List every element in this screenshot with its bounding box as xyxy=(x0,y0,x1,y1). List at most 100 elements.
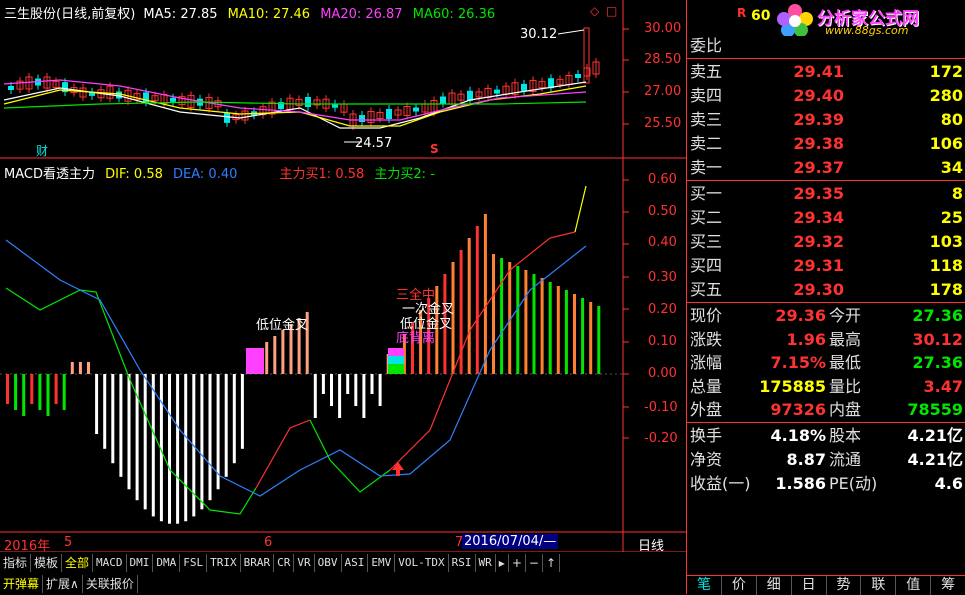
tab-minus[interactable]: − xyxy=(526,554,543,572)
finance-marker[interactable]: 财 xyxy=(36,142,48,159)
quote-tab[interactable]: 势 xyxy=(827,576,862,595)
tab-trix[interactable]: TRIX xyxy=(207,554,241,572)
quote-tab[interactable]: 筹 xyxy=(931,576,965,595)
macd-axis-label: 0.60 xyxy=(648,172,677,187)
ma60-label: MA60: 26.36 xyxy=(412,7,496,22)
indicator-title: MACD看透主力 xyxy=(4,167,95,182)
macd-bar xyxy=(143,374,147,510)
stat-value: 4.21亿 xyxy=(907,426,963,445)
ask-volume: 172 xyxy=(929,62,963,81)
macd-bar xyxy=(95,374,99,434)
bid-label: 买五 xyxy=(690,280,723,299)
macd-bar xyxy=(30,374,34,404)
stat-label: 今开 xyxy=(829,306,862,325)
extension-tab-bar: 开弹幕 扩展∧ 关联报价 xyxy=(0,575,138,593)
tab-voltdx[interactable]: VOL-TDX xyxy=(395,554,449,572)
bid-row[interactable]: 买二 29.34 25 xyxy=(687,207,965,229)
tab-brar[interactable]: BRAR xyxy=(241,554,275,572)
candle-body xyxy=(359,115,365,122)
signal-block xyxy=(388,348,404,356)
separator xyxy=(687,180,965,181)
separator xyxy=(687,58,965,59)
macd-axis-label: -0.20 xyxy=(644,431,678,446)
tab-plus[interactable]: + xyxy=(509,554,526,572)
window-toggle-icon[interactable]: □ xyxy=(606,4,617,18)
tab-up[interactable]: ↑ xyxy=(543,554,560,572)
macd-bar xyxy=(475,226,479,374)
bid-row[interactable]: 买一 29.35 8 xyxy=(687,183,965,205)
stat-value: 1.96 xyxy=(786,329,826,349)
flower-logo-icon xyxy=(777,4,813,36)
price-axis-label: 28.50 xyxy=(644,52,682,67)
tab-vr[interactable]: VR xyxy=(294,554,315,572)
ma20-line xyxy=(3,79,587,121)
candle-body xyxy=(170,97,176,102)
quote-tab[interactable]: 联 xyxy=(861,576,897,595)
quote-tab[interactable]: 日 xyxy=(792,576,827,595)
diamond-icon[interactable]: ◇ xyxy=(590,4,599,18)
bid-label: 买四 xyxy=(690,256,723,275)
tab-indicator[interactable]: 指标 xyxy=(0,554,32,572)
bid-volume: 118 xyxy=(929,256,963,275)
stat-label: 现价 xyxy=(690,306,723,325)
macd-axis-label: 0.00 xyxy=(648,366,677,381)
stat-label: 净资 xyxy=(690,450,723,469)
stat-label: PE(动) xyxy=(829,474,878,493)
stat-label: 收益(一) xyxy=(690,474,751,493)
ask-row[interactable]: 卖四 29.40 280 xyxy=(687,85,965,107)
bid-volume: 178 xyxy=(929,280,963,299)
stat-row: 现价 29.36 今开 27.36 xyxy=(687,305,965,327)
tab-fsl[interactable]: FSL xyxy=(180,554,208,572)
macd-bar xyxy=(589,302,593,374)
bottom-divergence-label: 底背离 xyxy=(396,331,436,346)
quote-tab[interactable]: 值 xyxy=(896,576,932,595)
macd-bar xyxy=(200,374,204,510)
tab-macd[interactable]: MACD xyxy=(93,554,127,572)
bid-row[interactable]: 买四 29.31 118 xyxy=(687,255,965,277)
ask-price: 29.41 xyxy=(793,62,844,81)
tab-asi[interactable]: ASI xyxy=(342,554,369,572)
tab-emv[interactable]: EMV xyxy=(368,554,396,572)
bid-row[interactable]: 买五 29.30 178 xyxy=(687,279,965,301)
tab-cr[interactable]: CR xyxy=(274,554,295,572)
macd-bar xyxy=(151,374,155,517)
period-label[interactable]: 日线 xyxy=(638,535,664,554)
ask-volume: 106 xyxy=(929,134,963,153)
macd-bar xyxy=(354,374,358,406)
tab-related[interactable]: 关联报价 xyxy=(83,575,138,593)
quote-tab[interactable]: 细 xyxy=(757,576,792,595)
signal-block xyxy=(388,356,404,364)
quote-tab[interactable]: 价 xyxy=(722,576,757,595)
macd-bar xyxy=(208,374,212,501)
ask-row[interactable]: 卖一 29.37 34 xyxy=(687,157,965,179)
tab-dmi[interactable]: DMI xyxy=(127,554,154,572)
ask-label: 卖二 xyxy=(690,134,723,153)
tab-template[interactable]: 模板 xyxy=(31,554,63,572)
macd-bar xyxy=(281,330,285,374)
stat-value: 27.36 xyxy=(912,353,963,372)
kline-chart-area[interactable] xyxy=(0,0,686,552)
tab-rsi[interactable]: RSI xyxy=(449,554,476,572)
ask-row[interactable]: 卖三 29.39 80 xyxy=(687,109,965,131)
stat-row: 外盘 97326 内盘 78559 xyxy=(687,399,965,421)
candle-body xyxy=(224,112,230,123)
macd-bar xyxy=(168,374,171,524)
tab-all[interactable]: 全部 xyxy=(62,554,94,572)
bid-row[interactable]: 买三 29.32 103 xyxy=(687,231,965,253)
ask-row[interactable]: 卖五 29.41 172 xyxy=(687,61,965,83)
macd-bar xyxy=(516,266,520,374)
bid-volume: 25 xyxy=(940,208,963,227)
cursor-date: 2016/07/04/— xyxy=(462,534,559,549)
tab-dma[interactable]: DMA xyxy=(153,554,181,572)
tab-more[interactable]: ▸ xyxy=(496,554,509,572)
tab-obv[interactable]: OBV xyxy=(315,554,342,572)
stat-label: 流通 xyxy=(829,450,862,469)
macd-bar xyxy=(597,306,601,374)
tab-popup[interactable]: 开弹幕 xyxy=(0,575,44,593)
stat-row: 收益(一) 1.586 PE(动) 4.6 xyxy=(687,473,965,495)
quote-tab[interactable]: 笔 xyxy=(687,576,722,595)
ask-price: 29.37 xyxy=(793,158,844,177)
tab-wr[interactable]: WR xyxy=(476,554,496,572)
ask-row[interactable]: 卖二 29.38 106 xyxy=(687,133,965,155)
tab-expand[interactable]: 扩展∧ xyxy=(43,575,83,593)
